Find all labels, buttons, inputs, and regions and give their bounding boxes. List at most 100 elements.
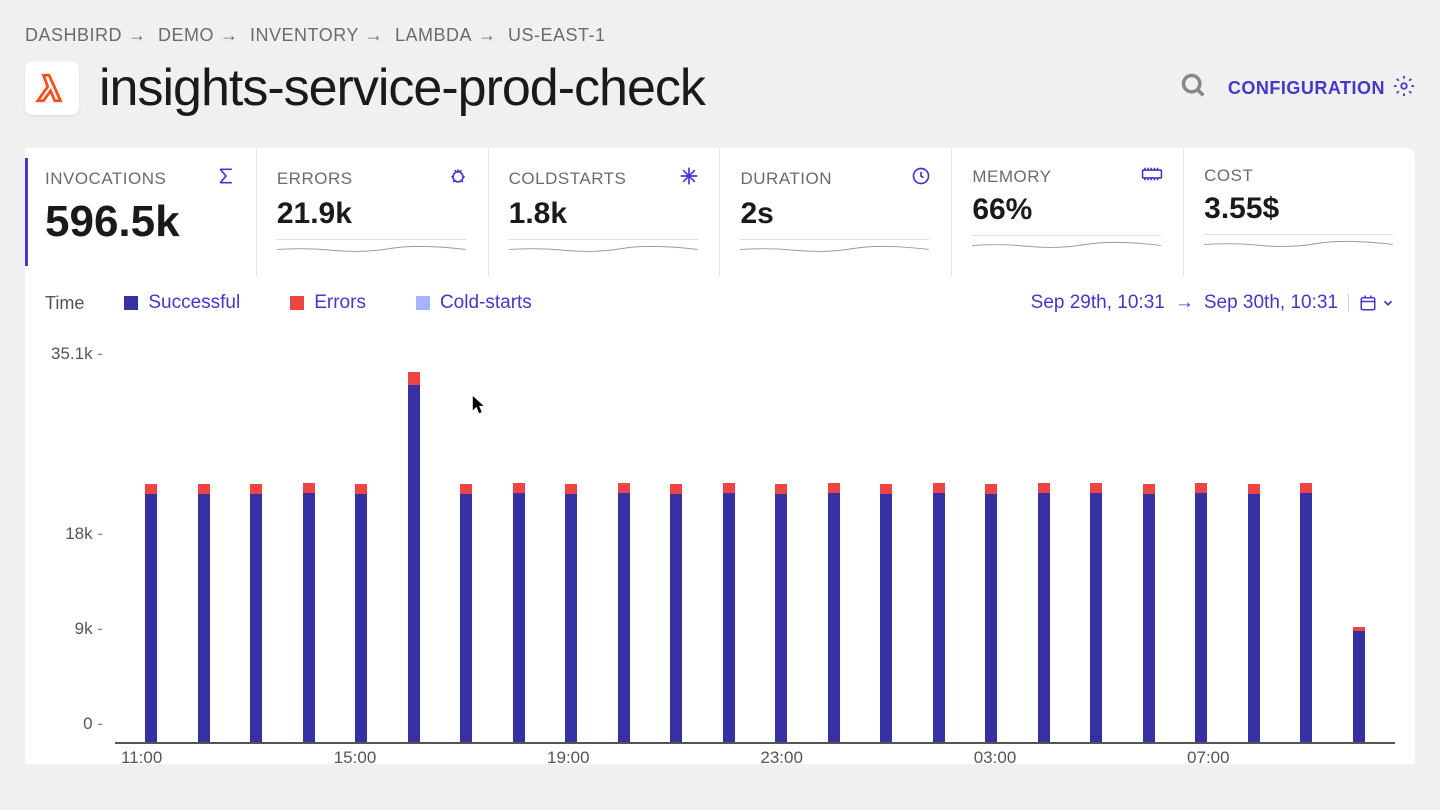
clock-icon (911, 166, 931, 191)
legend-swatch (416, 296, 430, 310)
bar[interactable] (145, 484, 157, 742)
metric-value: 596.5k (45, 197, 236, 247)
bar-successful (1353, 631, 1365, 742)
sigma-icon (216, 166, 236, 191)
sparkline (509, 239, 698, 257)
bar[interactable] (1195, 483, 1207, 742)
bar[interactable] (565, 484, 577, 742)
bar-errors (250, 484, 262, 494)
bar[interactable] (303, 483, 315, 742)
bar[interactable] (460, 484, 472, 742)
snowflake-icon (679, 166, 699, 191)
bar[interactable] (513, 483, 525, 742)
bar-errors (1195, 483, 1207, 493)
bar[interactable] (880, 484, 892, 742)
legend-label: Errors (314, 292, 366, 314)
bar-successful (1195, 493, 1207, 742)
legend-item-errors[interactable]: Errors (290, 292, 366, 314)
metric-card-cost[interactable]: COST 3.55$ (1184, 148, 1415, 276)
chart-section: Time Successful Errors Cold-starts Sep 29t… (25, 276, 1415, 764)
legend-label: Cold-starts (440, 292, 532, 314)
bar-successful (198, 494, 210, 742)
bar-errors (723, 483, 735, 493)
bar-errors (145, 484, 157, 494)
bar-successful (775, 494, 787, 742)
bar[interactable] (723, 483, 735, 742)
bar-successful (513, 493, 525, 742)
sparkline (740, 239, 929, 257)
bar-errors (565, 484, 577, 494)
calendar-icon[interactable] (1348, 294, 1395, 312)
chip-icon (1141, 166, 1163, 187)
bar[interactable] (408, 372, 420, 742)
x-axis-tick: 07:00 (1187, 748, 1230, 768)
bar-successful (1143, 494, 1155, 742)
x-axis-tick: 11:00 (121, 748, 162, 768)
legend-item-successful[interactable]: Successful (124, 292, 240, 314)
legend-item-coldstarts[interactable]: Cold-starts (416, 292, 532, 314)
bar[interactable] (618, 483, 630, 742)
bar-successful (460, 494, 472, 742)
bar-successful (250, 494, 262, 742)
bar[interactable] (1248, 484, 1260, 742)
bar-successful (1090, 493, 1102, 742)
y-axis-tick: 9k - (75, 619, 103, 639)
search-icon[interactable] (1180, 72, 1208, 105)
breadcrumb-item[interactable]: DEMO (158, 25, 214, 45)
bar-successful (618, 493, 630, 742)
bar[interactable] (1090, 483, 1102, 742)
bar[interactable] (933, 483, 945, 742)
bar[interactable] (775, 484, 787, 742)
bar-successful (1248, 494, 1260, 742)
y-axis-tick: 0 - (83, 714, 103, 734)
legend-label: Successful (148, 292, 240, 314)
bar[interactable] (1300, 483, 1312, 742)
page-title: insights-service-prod-check (99, 58, 705, 118)
x-axis-tick: 19:00 (547, 748, 590, 768)
bar-errors (408, 372, 420, 386)
breadcrumb-item[interactable]: US-EAST-1 (508, 25, 606, 45)
bar-successful (355, 494, 367, 742)
bar[interactable] (828, 483, 840, 742)
metric-card-errors[interactable]: ERRORS 21.9k (257, 148, 489, 276)
bar-errors (1143, 484, 1155, 494)
bar-successful (723, 493, 735, 742)
chart-area[interactable]: 0 - 9k - 18k - 35.1k - (45, 334, 1395, 744)
date-range-picker[interactable]: Sep 29th, 10:31 → Sep 30th, 10:31 (1031, 292, 1395, 314)
bar-errors (933, 483, 945, 493)
metrics-row: INVOCATIONS 596.5k ERRORS 21.9k COLDSTAR… (25, 148, 1415, 276)
metric-value: 1.8k (509, 197, 700, 231)
bar-errors (460, 484, 472, 494)
breadcrumb-item[interactable]: DASHBIRD (25, 25, 122, 45)
sparkline (277, 239, 466, 257)
y-axis-tick: 18k - (65, 524, 103, 544)
bar[interactable] (985, 484, 997, 742)
configuration-link[interactable]: CONFIGURATION (1228, 75, 1415, 102)
metric-card-coldstarts[interactable]: COLDSTARTS 1.8k (489, 148, 721, 276)
bar-errors (618, 483, 630, 493)
bar[interactable] (355, 484, 367, 742)
breadcrumb-item[interactable]: INVENTORY (250, 25, 359, 45)
bar[interactable] (198, 484, 210, 742)
bar[interactable] (1353, 627, 1365, 742)
bar[interactable] (250, 484, 262, 742)
breadcrumb[interactable]: DASHBIRD→ DEMO→ INVENTORY→ LAMBDA→ US-EA… (25, 25, 1415, 46)
metric-label: DURATION (740, 169, 832, 189)
bar-successful (880, 494, 892, 742)
bar[interactable] (1143, 484, 1155, 742)
bar-successful (985, 494, 997, 742)
bar-successful (408, 385, 420, 742)
x-axis-tick: 03:00 (974, 748, 1017, 768)
sparkline (972, 235, 1161, 253)
metric-card-invocations[interactable]: INVOCATIONS 596.5k (25, 148, 257, 276)
breadcrumb-item[interactable]: LAMBDA (395, 25, 472, 45)
metric-card-duration[interactable]: DURATION 2s (720, 148, 952, 276)
x-axis-tick: 15:00 (334, 748, 377, 768)
bar[interactable] (670, 484, 682, 742)
metric-card-memory[interactable]: MEMORY 66% (952, 148, 1184, 276)
bar[interactable] (1038, 483, 1050, 742)
metric-label: MEMORY (972, 167, 1051, 187)
y-axis-tick: 35.1k - (51, 344, 103, 364)
metric-value: 66% (972, 193, 1163, 227)
time-label: Time (45, 293, 84, 314)
